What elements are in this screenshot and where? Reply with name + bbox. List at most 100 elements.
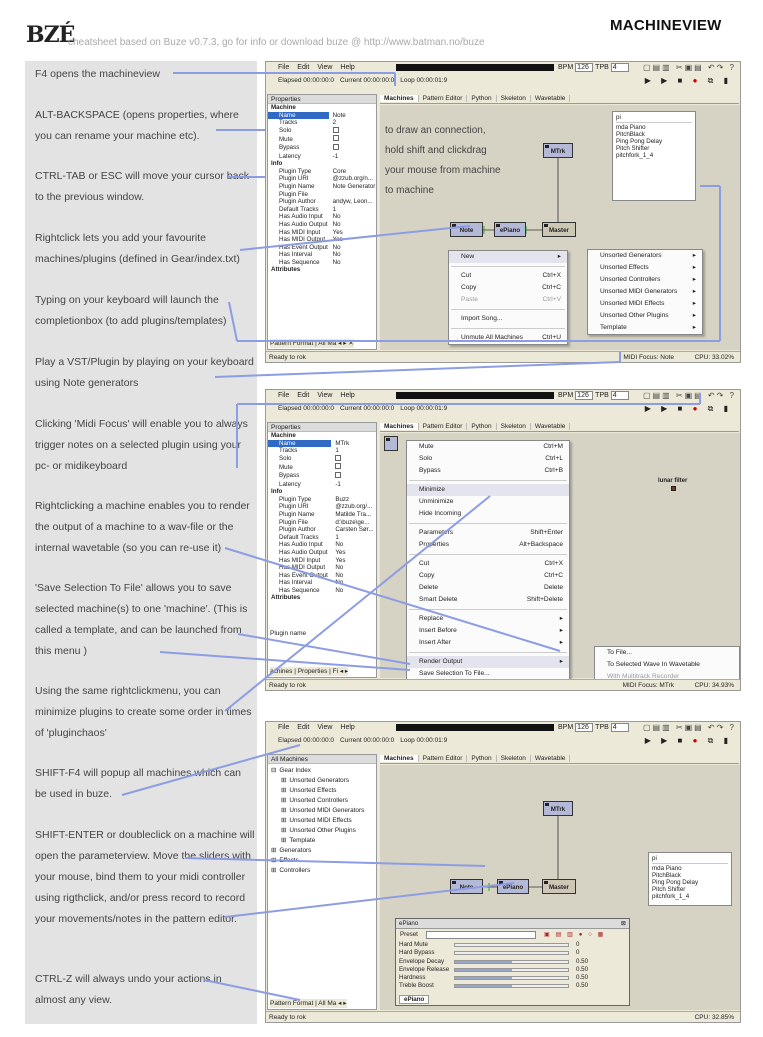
menu-file[interactable]: File	[278, 390, 289, 402]
property-value[interactable]: MTrk	[331, 440, 376, 448]
property-row-solo[interactable]: Solo	[268, 454, 376, 464]
property-value[interactable]: Yes	[331, 557, 376, 565]
menu-item-mute[interactable]: Mute Ctrl+M	[407, 441, 569, 453]
property-row-info[interactable]: Info	[268, 160, 376, 168]
property-value[interactable]: No	[331, 572, 376, 580]
property-value[interactable]: -1	[329, 153, 376, 161]
submenu-item-template[interactable]: Template ▸	[588, 322, 702, 334]
menu-item-import-song[interactable]: Import Song...	[449, 313, 567, 325]
machine-canvas[interactable]: MTrk Note ePiano Master pi mda Piano Pitc…	[380, 765, 740, 1010]
machine-note[interactable]: Note	[450, 222, 483, 237]
property-row-info[interactable]: Info	[268, 488, 376, 496]
expand-icon[interactable]: ⊞	[281, 827, 286, 834]
toolbar-icons[interactable]: ▢▤▥ ✂▣▤ ↶↷ ?	[643, 723, 736, 732]
completion-query[interactable]: pi	[652, 855, 728, 864]
expand-icon[interactable]: ⊞	[281, 837, 286, 844]
menu-file[interactable]: File	[278, 722, 289, 734]
submenu-item-unsorted-controllers[interactable]: Unsorted Controllers ▸	[588, 274, 702, 286]
completion-item[interactable]: pitchfork_1_4	[616, 152, 692, 159]
menu-item-hide-incoming[interactable]: Hide Incoming	[407, 508, 569, 520]
tree-item-unsorted-effects[interactable]: ⊞ Unsorted Effects	[271, 786, 373, 796]
tab-skeleton[interactable]: Skeleton	[496, 95, 531, 102]
transport-controls[interactable]: ▶ ▶ ■ ● ⧉ ▮	[645, 404, 732, 414]
property-row-machine[interactable]: Machine	[268, 432, 376, 440]
machine-master[interactable]: Master	[542, 222, 576, 237]
param-slider[interactable]	[454, 959, 569, 964]
menu-item-minimize[interactable]: Minimize	[407, 484, 569, 496]
property-row-attributes[interactable]: Attributes	[268, 266, 376, 274]
property-value[interactable]: Matilde Tra...	[331, 511, 376, 519]
menu-item-copy[interactable]: Copy Ctrl+C	[449, 282, 567, 294]
param-slider[interactable]	[454, 967, 569, 972]
menu-item-cut[interactable]: Cut Ctrl+X	[407, 558, 569, 570]
property-row-has-sequence[interactable]: Has Sequence No	[268, 259, 376, 267]
menu-help[interactable]: Help	[340, 390, 354, 402]
property-row-has-audio-input[interactable]: Has Audio Input No	[268, 213, 376, 221]
machine-epiano[interactable]: ePiano	[497, 879, 529, 894]
property-value[interactable]: Note Generator	[329, 183, 376, 191]
menu-item-copy[interactable]: Copy Ctrl+C	[407, 570, 569, 582]
menu-item-to-file[interactable]: To File...	[595, 647, 739, 659]
tree-item-effects[interactable]: ⊞ Effects	[271, 856, 373, 866]
property-value[interactable]: Yes	[331, 549, 376, 557]
completion-item[interactable]: Pitch Shifter	[652, 886, 728, 893]
property-value[interactable]: No	[329, 259, 376, 267]
property-value[interactable]: Yes	[329, 236, 376, 244]
tpb-field[interactable]: 4	[610, 63, 629, 72]
tree-item-unsorted-other-plugins[interactable]: ⊞ Unsorted Other Plugins	[271, 826, 373, 836]
property-row-has-event-output[interactable]: Has Event Output No	[268, 244, 376, 252]
property-value[interactable]: Yes	[329, 229, 376, 237]
checkbox[interactable]	[335, 471, 342, 478]
menu-item-new[interactable]: New ▸	[449, 251, 567, 263]
property-value[interactable]: No	[331, 564, 376, 572]
expand-icon[interactable]: ⊞	[281, 797, 286, 804]
menu-edit[interactable]: Edit	[297, 722, 309, 734]
menu-item-insert-after[interactable]: Insert After ▸	[407, 637, 569, 649]
machine-note[interactable]: Note	[450, 879, 483, 894]
tab-machines[interactable]: Machines	[380, 423, 419, 430]
property-value[interactable]: -1	[331, 481, 376, 489]
property-value[interactable]: andyw, Leon...	[329, 198, 376, 206]
submenu-item-unsorted-other-plugins[interactable]: Unsorted Other Plugins ▸	[588, 310, 702, 322]
property-row-plugin-type[interactable]: Plugin Type Core	[268, 168, 376, 176]
property-value[interactable]: Core	[329, 168, 376, 176]
preset-toolbar-icons[interactable]: ▣ ▤ ▥ ● ○ ▦	[544, 929, 605, 941]
checkbox[interactable]	[335, 454, 342, 461]
bottom-tabs[interactable]: achines | Properties | Fi ◂ ▸	[270, 667, 349, 676]
property-value[interactable]: Buzz	[331, 496, 376, 504]
property-value[interactable]: No	[331, 541, 376, 549]
property-value[interactable]: No	[329, 244, 376, 252]
property-row-plugin-author[interactable]: Plugin Author andyw, Leon...	[268, 198, 376, 206]
property-row-has-midi-input[interactable]: Has MIDI Input Yes	[268, 557, 376, 565]
tpb-field[interactable]: 4	[610, 723, 629, 732]
menu-item-delete[interactable]: Delete Delete	[407, 582, 569, 594]
property-row-default-tracks[interactable]: Default Tracks 1	[268, 534, 376, 542]
machine-selected[interactable]	[384, 436, 398, 451]
preset-dropdown[interactable]	[426, 931, 536, 939]
machine-canvas[interactable]: to draw an connection, hold shift and cli…	[380, 105, 740, 350]
expand-icon[interactable]: ⊞	[281, 777, 286, 784]
property-row-mute[interactable]: Mute	[268, 135, 376, 144]
param-slider[interactable]	[454, 976, 569, 981]
bpm-field[interactable]: 126	[575, 723, 594, 732]
transport-controls[interactable]: ▶ ▶ ■ ● ⧉ ▮	[645, 76, 732, 86]
bpm-field[interactable]: 126	[575, 391, 594, 400]
expand-icon[interactable]: ⊞	[281, 787, 286, 794]
menu-help[interactable]: Help	[340, 722, 354, 734]
property-value[interactable]	[329, 143, 376, 153]
completion-item[interactable]: PitchBlack	[616, 131, 692, 138]
menu-item-unminimize[interactable]: Unminimize	[407, 496, 569, 508]
property-row-mute[interactable]: Mute	[268, 463, 376, 472]
property-value[interactable]: 1	[329, 206, 376, 214]
property-row-has-event-output[interactable]: Has Event Output No	[268, 572, 376, 580]
property-value[interactable]: Note	[329, 112, 376, 120]
submenu-item-unsorted-generators[interactable]: Unsorted Generators ▸	[588, 250, 702, 262]
menu-view[interactable]: View	[317, 390, 332, 402]
property-value[interactable]: @zzub.org/...	[331, 503, 376, 511]
machine-master[interactable]: Master	[542, 879, 576, 894]
property-value[interactable]: No	[331, 587, 376, 595]
property-row-has-interval[interactable]: Has Interval No	[268, 579, 376, 587]
property-row-attributes[interactable]: Attributes	[268, 594, 376, 602]
tab-machines[interactable]: Machines	[380, 95, 419, 102]
menu-item-replace[interactable]: Replace ▸	[407, 613, 569, 625]
